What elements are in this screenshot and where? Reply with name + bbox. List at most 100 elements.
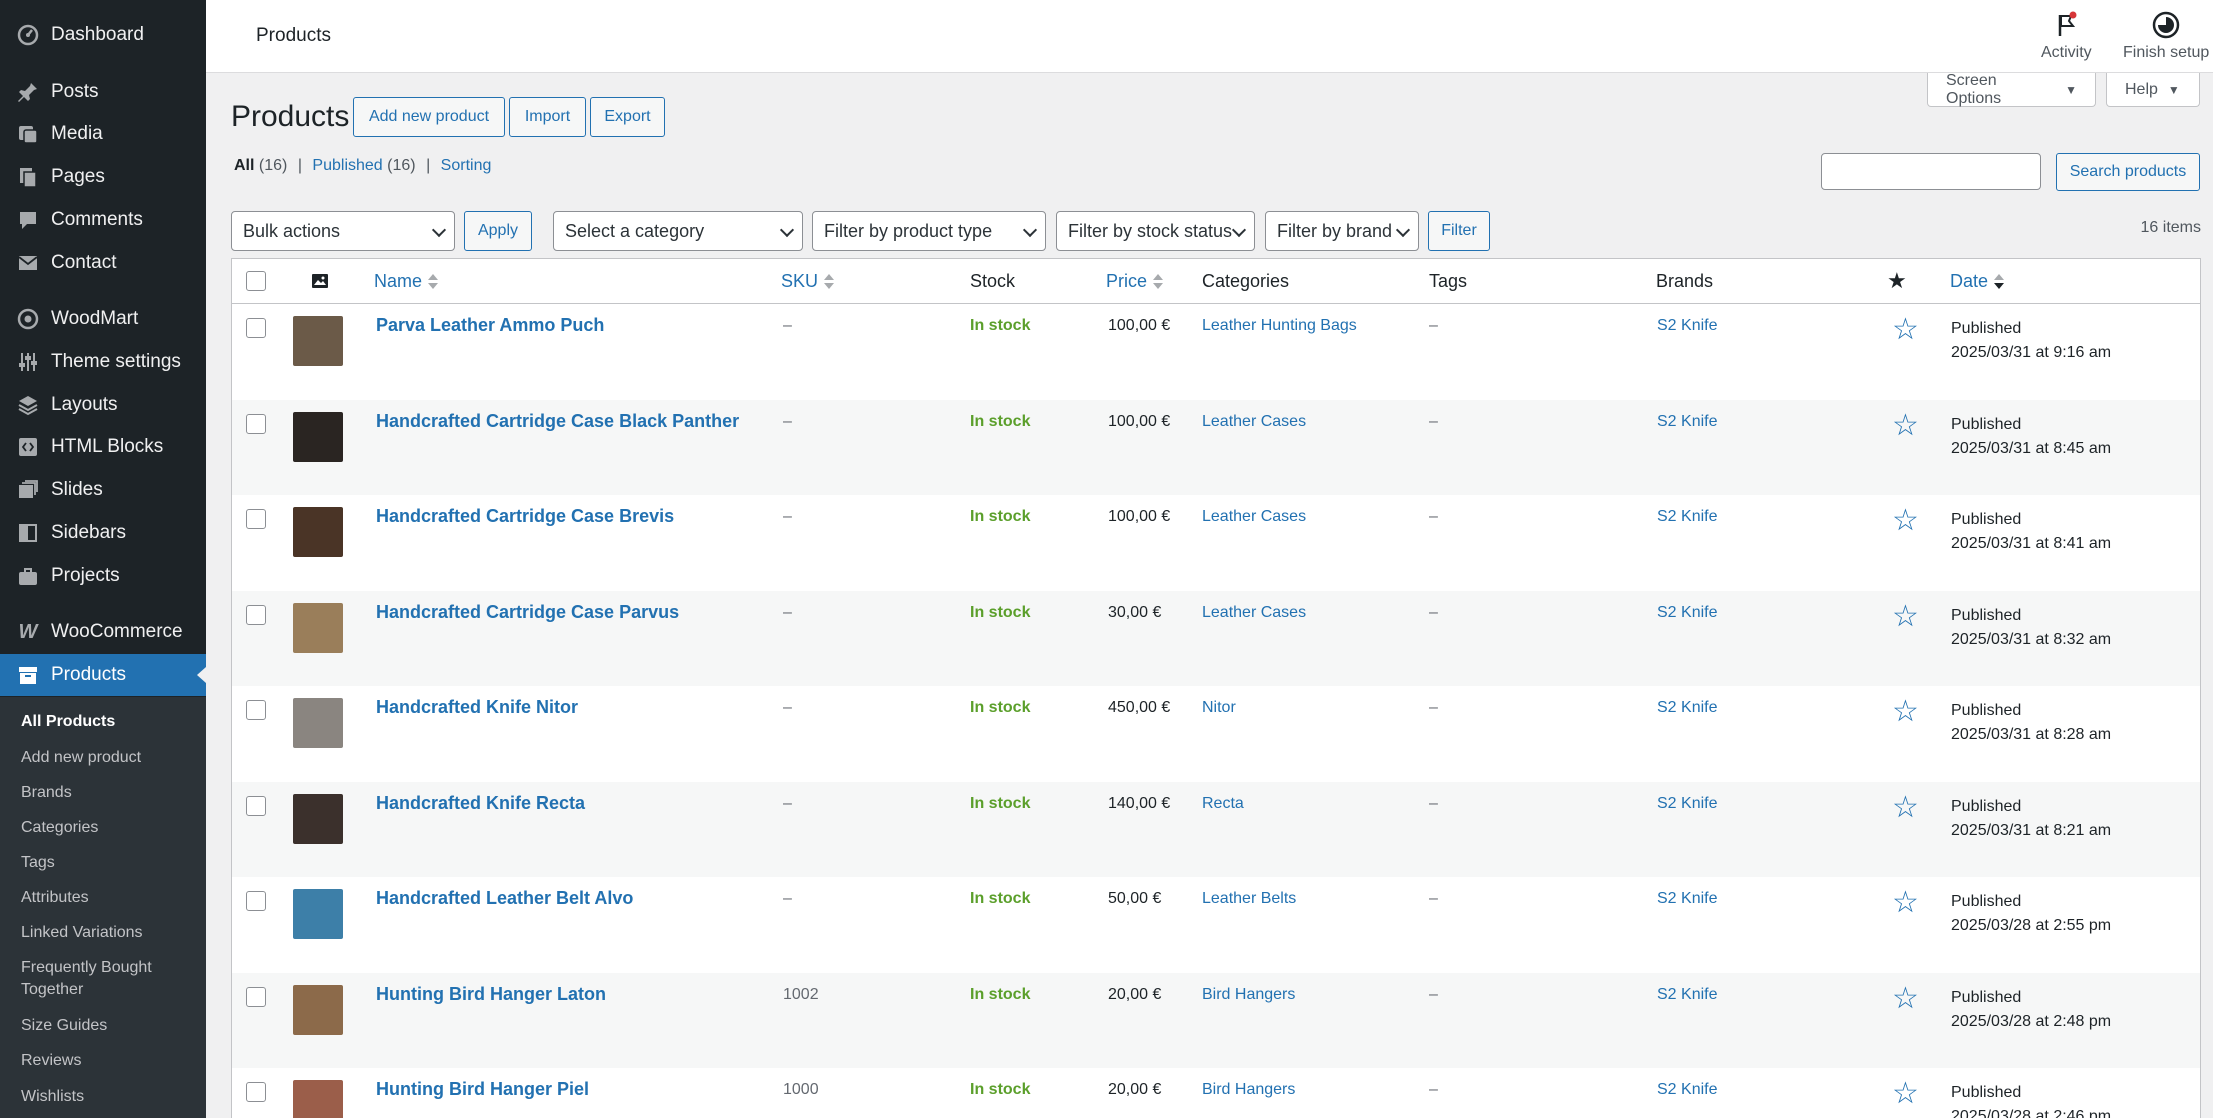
featured-toggle-star-icon[interactable]: ☆ bbox=[1892, 506, 1919, 536]
filter-sorting[interactable]: Sorting bbox=[441, 157, 492, 174]
category-link[interactable]: Nitor bbox=[1202, 699, 1236, 717]
row-checkbox[interactable] bbox=[246, 700, 266, 720]
row-checkbox[interactable] bbox=[246, 413, 266, 434]
product-name-link[interactable]: Handcrafted Cartridge Case Parvus bbox=[376, 602, 679, 623]
featured-toggle-star-icon[interactable]: ☆ bbox=[1892, 697, 1919, 727]
category-select[interactable]: Select a category bbox=[553, 211, 803, 251]
featured-toggle-star-icon[interactable]: ☆ bbox=[1892, 983, 1919, 1014]
brand-link[interactable]: S2 Knife bbox=[1657, 317, 1717, 335]
brand-link[interactable]: S2 Knife bbox=[1657, 699, 1717, 717]
submenu-attributes[interactable]: Attributes bbox=[21, 887, 201, 909]
search-products-button[interactable]: Search products bbox=[2056, 153, 2200, 191]
submenu-brands[interactable]: Brands bbox=[21, 782, 201, 804]
featured-toggle-star-icon[interactable]: ☆ bbox=[1892, 888, 1919, 918]
product-thumbnail[interactable] bbox=[293, 411, 343, 462]
menu-products[interactable]: Products bbox=[0, 654, 206, 696]
stock-status-select[interactable]: Filter by stock status bbox=[1056, 211, 1255, 251]
submenu-add-new-product[interactable]: Add new product bbox=[21, 747, 201, 769]
product-name-link[interactable]: Handcrafted Cartridge Case Brevis bbox=[376, 506, 674, 527]
category-link[interactable]: Leather Cases bbox=[1202, 508, 1306, 526]
submenu-wishlists[interactable]: Wishlists bbox=[21, 1086, 201, 1108]
bulk-actions-select[interactable]: Bulk actions bbox=[231, 211, 455, 251]
brand-link[interactable]: S2 Knife bbox=[1657, 508, 1717, 526]
product-thumbnail[interactable] bbox=[293, 889, 343, 939]
product-thumbnail[interactable] bbox=[293, 698, 343, 748]
product-thumbnail[interactable] bbox=[293, 1080, 343, 1118]
column-date[interactable]: Date bbox=[1950, 271, 2005, 292]
finish-setup-button[interactable]: Finish setup bbox=[2123, 10, 2209, 62]
menu-pages[interactable]: Pages bbox=[0, 156, 206, 198]
product-thumbnail[interactable] bbox=[293, 984, 343, 1035]
product-type-select[interactable]: Filter by product type bbox=[812, 211, 1046, 251]
product-thumbnail[interactable] bbox=[293, 793, 343, 844]
brand-link[interactable]: S2 Knife bbox=[1657, 604, 1717, 622]
menu-dashboard[interactable]: Dashboard bbox=[0, 14, 206, 56]
menu-theme-settings[interactable]: Theme settings bbox=[0, 341, 206, 383]
row-checkbox[interactable] bbox=[246, 891, 266, 911]
filter-button[interactable]: Filter bbox=[1428, 211, 1490, 251]
category-link[interactable]: Leather Cases bbox=[1202, 413, 1306, 431]
submenu-frequently-bought-together[interactable]: Frequently Bought Together bbox=[21, 957, 181, 1001]
product-name-link[interactable]: Handcrafted Knife Nitor bbox=[376, 697, 578, 718]
brand-link[interactable]: S2 Knife bbox=[1657, 795, 1717, 813]
brand-link[interactable]: S2 Knife bbox=[1657, 986, 1717, 1004]
product-thumbnail[interactable] bbox=[293, 602, 343, 653]
product-name-link[interactable]: Parva Leather Ammo Puch bbox=[376, 315, 604, 336]
menu-woodmart[interactable]: WoodMart bbox=[0, 298, 206, 340]
menu-media[interactable]: Media bbox=[0, 113, 206, 155]
screen-options-button[interactable]: Screen Options ▼ bbox=[1927, 72, 2096, 107]
category-link[interactable]: Leather Belts bbox=[1202, 890, 1296, 908]
featured-toggle-star-icon[interactable]: ☆ bbox=[1892, 410, 1919, 441]
activity-button[interactable]: Activity bbox=[2041, 10, 2092, 62]
category-link[interactable]: Leather Hunting Bags bbox=[1202, 317, 1357, 335]
category-link[interactable]: Leather Cases bbox=[1202, 604, 1306, 622]
menu-layouts[interactable]: Layouts bbox=[0, 384, 206, 426]
search-input[interactable] bbox=[1821, 153, 2041, 190]
category-link[interactable]: Recta bbox=[1202, 795, 1244, 813]
product-name-link[interactable]: Handcrafted Cartridge Case Black Panther bbox=[376, 411, 739, 432]
row-checkbox[interactable] bbox=[246, 795, 266, 816]
submenu-categories[interactable]: Categories bbox=[21, 817, 201, 839]
product-name-link[interactable]: Hunting Bird Hanger Piel bbox=[376, 1079, 589, 1100]
featured-toggle-star-icon[interactable]: ☆ bbox=[1892, 792, 1919, 823]
column-price[interactable]: Price bbox=[1106, 271, 1164, 292]
submenu-tags[interactable]: Tags bbox=[21, 852, 201, 874]
menu-html-blocks[interactable]: HTML Blocks bbox=[0, 426, 206, 468]
menu-sidebars[interactable]: Sidebars bbox=[0, 512, 206, 554]
menu-posts[interactable]: Posts bbox=[0, 71, 206, 113]
column-name[interactable]: Name bbox=[374, 271, 439, 292]
brand-link[interactable]: S2 Knife bbox=[1657, 1081, 1717, 1099]
submenu-all-products[interactable]: All Products bbox=[21, 711, 201, 733]
filter-published[interactable]: Published bbox=[312, 157, 382, 174]
help-button[interactable]: Help ▼ bbox=[2106, 73, 2200, 107]
select-all-checkbox[interactable] bbox=[246, 271, 266, 291]
featured-toggle-star-icon[interactable]: ☆ bbox=[1892, 315, 1919, 345]
import-button[interactable]: Import bbox=[509, 97, 586, 137]
row-checkbox[interactable] bbox=[246, 509, 266, 529]
row-checkbox[interactable] bbox=[246, 604, 266, 625]
submenu-size-guides[interactable]: Size Guides bbox=[21, 1015, 201, 1037]
filter-all[interactable]: All bbox=[234, 157, 254, 174]
export-button[interactable]: Export bbox=[590, 97, 665, 137]
featured-toggle-star-icon[interactable]: ☆ bbox=[1892, 1079, 1919, 1109]
submenu-linked-variations[interactable]: Linked Variations bbox=[21, 922, 201, 944]
menu-projects[interactable]: Projects bbox=[0, 555, 206, 597]
menu-woocommerce[interactable]: W WooCommerce bbox=[0, 611, 206, 653]
brand-link[interactable]: S2 Knife bbox=[1657, 413, 1717, 431]
row-checkbox[interactable] bbox=[246, 318, 266, 338]
column-sku[interactable]: SKU bbox=[781, 271, 835, 292]
apply-button[interactable]: Apply bbox=[464, 211, 532, 251]
product-thumbnail[interactable] bbox=[293, 316, 343, 366]
add-new-product-button[interactable]: Add new product bbox=[353, 97, 505, 137]
menu-comments[interactable]: Comments bbox=[0, 199, 206, 241]
submenu-reviews[interactable]: Reviews bbox=[21, 1050, 201, 1072]
menu-slides[interactable]: Slides bbox=[0, 469, 206, 511]
product-name-link[interactable]: Handcrafted Leather Belt Alvo bbox=[376, 888, 633, 909]
product-name-link[interactable]: Hunting Bird Hanger Laton bbox=[376, 984, 606, 1005]
row-checkbox[interactable] bbox=[246, 1082, 266, 1102]
brand-select[interactable]: Filter by brand bbox=[1265, 211, 1419, 251]
row-checkbox[interactable] bbox=[246, 986, 266, 1007]
brand-link[interactable]: S2 Knife bbox=[1657, 890, 1717, 908]
product-thumbnail[interactable] bbox=[293, 507, 343, 557]
featured-toggle-star-icon[interactable]: ☆ bbox=[1892, 601, 1919, 632]
